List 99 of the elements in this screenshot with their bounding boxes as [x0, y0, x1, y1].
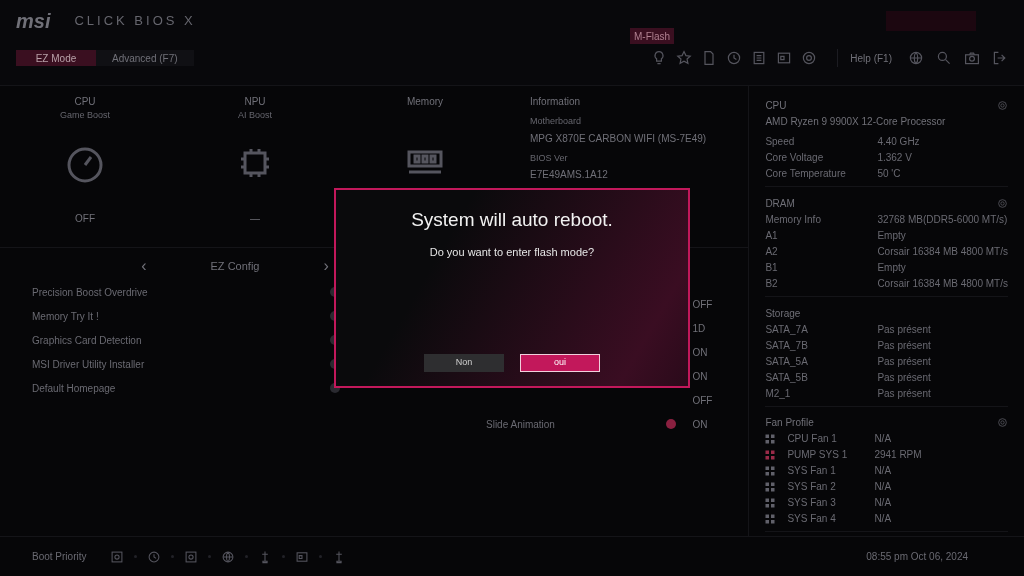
fan-name: SYS Fan 3	[787, 496, 837, 511]
info-value: 1.362 V	[877, 151, 912, 165]
section-title: DRAM	[765, 196, 795, 211]
settings-icon[interactable]	[997, 100, 1008, 111]
clock-icon[interactable]	[726, 50, 743, 66]
info-label: SATA_7A	[765, 322, 809, 337]
fan-name: SYS Fan 1	[787, 464, 837, 479]
info-value: N/A	[874, 464, 892, 479]
field-label: BIOS Ver	[530, 151, 569, 165]
fan-name: SYS Fan 4	[787, 512, 837, 527]
info-label: M2_1	[765, 386, 792, 401]
mode-tab[interactable]: EZ Mode	[16, 50, 96, 66]
info-value: Pas présent	[877, 338, 931, 353]
setting-value: ON	[692, 417, 709, 432]
setting-value: OFF	[692, 297, 714, 312]
info-value: Pas présent	[877, 322, 931, 337]
fan-name: PUMP SYS 1	[787, 448, 849, 463]
setting-value: OFF	[692, 393, 714, 408]
boost-title: CPU	[74, 95, 96, 109]
info-value: 50 'C	[877, 167, 901, 181]
boost-subtitle: AI Boost	[238, 109, 272, 122]
section-title: Fan Profile	[765, 416, 814, 431]
setting-label: Precision Boost Overdrive	[32, 285, 148, 300]
exit-icon[interactable]	[992, 50, 1008, 66]
boot-priority-label: Boot Priority	[32, 550, 87, 564]
field-label: Motherboard	[530, 115, 583, 128]
boost-value: —	[250, 211, 260, 226]
info-value: Pas présent	[877, 354, 931, 369]
help-button[interactable]: Help (F1)	[850, 50, 892, 66]
info-value: N/A	[874, 512, 892, 527]
next-button[interactable]: ›	[323, 254, 329, 278]
info-label: A1	[765, 228, 779, 243]
info-value: Empty	[877, 228, 906, 243]
boot-device-icon[interactable]	[221, 549, 236, 564]
boot-device-icon[interactable]	[295, 549, 310, 564]
search-icon[interactable]	[936, 50, 952, 66]
info-label: SATA_7B	[765, 338, 809, 353]
product-title: CLICK BIOS X	[74, 12, 196, 31]
setting-label: Default Homepage	[32, 381, 116, 396]
boost-value: OFF	[75, 211, 95, 226]
info-value: Corsair 16384 MB 4800 MT/s	[877, 244, 1008, 259]
info-label: SATA_5A	[765, 354, 809, 369]
info-value: N/A	[874, 496, 892, 511]
boost-title: Memory	[406, 95, 444, 109]
mode-tab[interactable]: Advanced (F7)	[96, 50, 194, 66]
info-label: Core Voltage	[765, 151, 825, 165]
boot-device-icon[interactable]	[147, 549, 162, 564]
info-label: Memory Info	[765, 212, 822, 227]
setting-label: Memory Try It !	[32, 309, 99, 324]
settings-icon[interactable]	[997, 197, 1008, 209]
fan-name: SYS Fan 2	[787, 480, 837, 495]
info-value: 2941 RPM	[874, 448, 922, 463]
dialog-button[interactable]: Non	[424, 354, 504, 372]
camera-icon[interactable]	[964, 50, 980, 66]
setting-label: Slide Animation	[486, 417, 556, 432]
star-icon[interactable]	[676, 50, 693, 66]
info-value: Corsair 16384 MB 4800 MT/s	[877, 276, 1008, 291]
fan-name: CPU Fan 1	[787, 432, 838, 447]
cpu-model: AMD Ryzen 9 9900X 12-Core Processor	[765, 115, 947, 129]
clock-text: 08:55 pm Oct 06, 2024	[866, 550, 968, 564]
info-value: 4.40 GHz	[877, 135, 920, 149]
board-icon[interactable]	[776, 50, 793, 66]
settings-icon[interactable]	[997, 417, 1008, 429]
info-label: B2	[765, 276, 779, 291]
info-value: Pas présent	[877, 386, 931, 401]
setting-label: Graphics Card Detection	[32, 333, 142, 348]
info-value: 32768 MB(DDR5-6000 MT/s)	[877, 212, 1008, 227]
settings-icon[interactable]	[801, 50, 818, 66]
section-title: CPU	[765, 99, 787, 113]
boost-subtitle: Game Boost	[60, 109, 110, 122]
boot-device-icon[interactable]	[184, 549, 199, 564]
info-value: N/A	[874, 480, 892, 495]
info-value: N/A	[874, 432, 892, 447]
boot-device-icon[interactable]	[110, 549, 125, 564]
brand-logo: msi	[16, 9, 51, 34]
info-label: SATA_5B	[765, 370, 809, 385]
dialog-title: System will auto reboot.	[411, 208, 613, 232]
language-icon[interactable]	[908, 50, 924, 66]
dialog-button[interactable]: oui	[520, 354, 600, 372]
previous-button[interactable]: ‹	[141, 254, 147, 278]
setting-value: ON	[692, 369, 709, 384]
info-value: Pas présent	[877, 370, 931, 385]
field-value: MPG X870E CARBON WIFI (MS-7E49)	[530, 131, 708, 146]
section-title: EZ Config	[210, 258, 260, 274]
info-label: B1	[765, 260, 779, 275]
setting-label: MSI Driver Utility Installer	[32, 357, 145, 372]
info-label: Core Temperature	[765, 167, 847, 181]
panel-title: Information	[530, 95, 582, 109]
boost-title: NPU	[244, 95, 266, 109]
info-label: A2	[765, 244, 779, 259]
field-value: E7E49AMS.1A12	[530, 168, 609, 182]
setting-value: 1D	[692, 321, 707, 336]
info-label: Speed	[765, 135, 796, 149]
toggle-switch[interactable]	[666, 419, 677, 429]
dialog-message: Do you want to enter flash mode?	[429, 244, 595, 260]
setting-value: ON	[692, 345, 709, 360]
mflash-button[interactable]: M-Flash	[630, 28, 675, 44]
section-title: Storage	[765, 306, 801, 321]
info-value: Empty	[877, 260, 906, 275]
